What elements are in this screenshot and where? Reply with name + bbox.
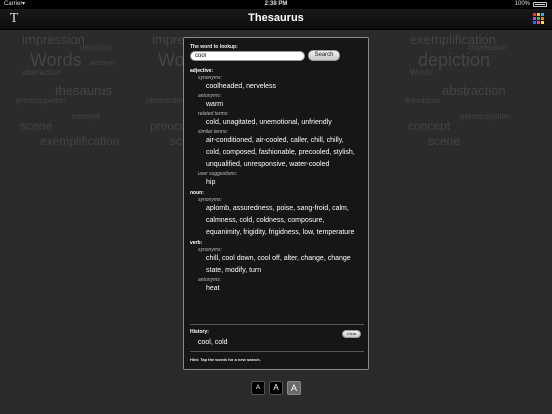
word-link[interactable]: modify: [225, 267, 245, 274]
word-link[interactable]: temperature: [317, 229, 355, 236]
word-link[interactable]: fashionable: [259, 149, 295, 156]
background-word: concept: [72, 112, 101, 121]
hint-text: Hint: Tap the words for a new search.: [190, 357, 261, 362]
divider: [190, 351, 364, 352]
word-link[interactable]: chilly: [327, 137, 342, 144]
clear-history-button[interactable]: Clear: [342, 330, 361, 338]
word-link[interactable]: caller: [290, 137, 306, 144]
word-link[interactable]: nerveless: [246, 83, 276, 90]
word-link[interactable]: unfriendly: [301, 119, 331, 126]
word-link[interactable]: stylish: [333, 149, 352, 156]
status-bar: Carrier ▾ 2:38 PM 100%: [0, 0, 552, 9]
background-word: preoccupation: [16, 96, 67, 105]
word-link[interactable]: coolheaded: [206, 83, 242, 90]
word-link[interactable]: unqualified: [206, 161, 240, 168]
color-grid-icon[interactable]: [533, 13, 545, 25]
lookup-label: The word to lookup:: [190, 44, 238, 50]
word-list: aplomb, assuredness, poise, sang-froid, …: [206, 205, 355, 236]
background-word: preoccupation: [460, 112, 511, 121]
word-link[interactable]: alter: [284, 255, 297, 262]
word-link[interactable]: cold: [206, 119, 219, 126]
background-word: depiction: [80, 43, 113, 52]
word-list: hip: [190, 177, 364, 189]
word-link[interactable]: poise: [276, 205, 293, 212]
word-link[interactable]: precooled: [299, 149, 330, 156]
color-swatch: [541, 13, 544, 16]
word-link[interactable]: hip: [206, 179, 215, 186]
history-label: History:: [190, 329, 209, 335]
search-button[interactable]: Search: [308, 50, 340, 61]
thesaurus-panel: The word to lookup: Search adjective:syn…: [183, 37, 369, 370]
word-link[interactable]: low: [303, 229, 313, 236]
word-link[interactable]: equanimity: [206, 229, 239, 236]
background-word: abstraction: [22, 68, 62, 77]
part-of-speech-heading: verb:: [190, 240, 203, 246]
word-link[interactable]: coldness: [256, 217, 284, 224]
word-link[interactable]: heat: [206, 285, 220, 292]
word-link[interactable]: cold: [239, 217, 252, 224]
color-swatch: [537, 17, 540, 20]
part-of-speech-heading: noun:: [190, 190, 204, 196]
background-word: exemplification: [40, 134, 120, 148]
background-word: abstraction: [146, 96, 186, 105]
color-swatch: [533, 17, 536, 20]
background-word: antonym: [90, 60, 117, 67]
word-link[interactable]: cool down: [222, 255, 254, 262]
color-swatch: [541, 17, 544, 20]
background-word: impression: [22, 32, 85, 47]
background-word: abstraction: [442, 83, 506, 98]
word-link[interactable]: unresponsive: [244, 161, 286, 168]
background-word: thesaurus: [405, 96, 441, 105]
word-link[interactable]: cool off: [257, 255, 279, 262]
word-list: cold, unagitated, unemotional, unfriendl…: [206, 119, 332, 126]
word-link[interactable]: calm: [332, 205, 347, 212]
results-list: adjective: synonyms: coolheaded, nerveless…: [190, 67, 364, 295]
word-list: warm: [190, 99, 364, 111]
battery-percent: 100%: [514, 1, 530, 7]
background-word: concept: [408, 119, 451, 133]
background-word: scene: [20, 119, 53, 133]
word-list: heat: [190, 283, 364, 295]
word-link[interactable]: sang-froid: [297, 205, 328, 212]
search-input[interactable]: [190, 51, 305, 61]
background-word: scene: [428, 134, 461, 148]
status-time: 2:38 PM: [264, 1, 288, 7]
word-link[interactable]: composed: [223, 149, 255, 156]
color-swatch: [541, 21, 544, 24]
word-link[interactable]: composure: [288, 217, 323, 224]
color-swatch: [537, 21, 540, 24]
word-link[interactable]: turn: [249, 267, 261, 274]
word-link[interactable]: aplomb: [206, 205, 229, 212]
font-size-small-button[interactable]: A: [251, 381, 265, 395]
divider: [190, 324, 364, 325]
word-link[interactable]: water-cooled: [289, 161, 329, 168]
word-link[interactable]: calmness: [206, 217, 236, 224]
word-link[interactable]: unagitated: [223, 119, 256, 126]
word-link[interactable]: change: [301, 255, 324, 262]
word-link[interactable]: frigidity: [243, 229, 265, 236]
nav-bar: T Thesaurus: [0, 9, 552, 30]
word-list: coolheaded, nerveless: [206, 83, 277, 90]
word-link[interactable]: warm: [206, 101, 223, 108]
word-link[interactable]: frigidness: [269, 229, 299, 236]
battery-icon: [533, 2, 547, 7]
word-list: chill, cool down, cool off, alter, chang…: [206, 255, 351, 274]
word-link[interactable]: chill: [206, 255, 218, 262]
word-link[interactable]: air-conditioned: [206, 137, 252, 144]
word-link[interactable]: cold: [206, 149, 219, 156]
history-words[interactable]: cool, cold: [198, 338, 228, 348]
word-link[interactable]: chill: [311, 137, 323, 144]
word-link[interactable]: assuredness: [233, 205, 273, 212]
word-link[interactable]: air-cooled: [256, 137, 287, 144]
word-link[interactable]: unemotional: [259, 119, 297, 126]
font-size-medium-button[interactable]: A: [269, 381, 283, 395]
background-word: Words: [410, 68, 433, 77]
word-list: air-conditioned, air-cooled, caller, chi…: [206, 137, 355, 168]
color-swatch: [533, 21, 536, 24]
font-size-large-button[interactable]: A: [287, 381, 301, 395]
page-title: Thesaurus: [248, 12, 304, 24]
color-swatch: [533, 13, 536, 16]
color-swatch: [537, 13, 540, 16]
part-of-speech-heading: adjective:: [190, 68, 214, 74]
